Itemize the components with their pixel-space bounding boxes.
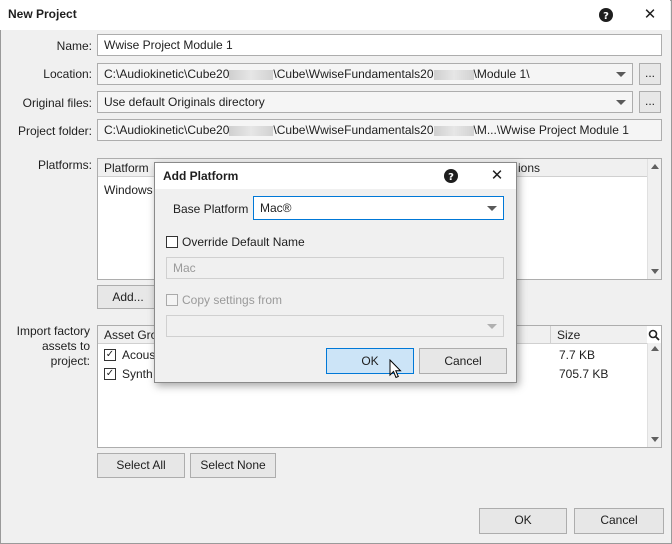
help-icon[interactable]: ? [444,168,460,184]
factory-label-line: project: [50,354,90,368]
chevron-down-icon [616,100,626,105]
redacted-blur [229,125,274,136]
search-icon[interactable] [648,327,661,343]
override-name-checkbox[interactable] [166,236,178,248]
name-label: Name: [56,39,92,53]
col-platform[interactable]: Platform [104,161,149,175]
add-platform-dialog: Add Platform ? ✕ Base Platform Mac® Over… [154,162,517,383]
dialog-title: Add Platform [163,169,239,183]
location-label: Location: [43,67,92,81]
scroll-up-icon[interactable] [651,164,659,169]
location-mid: \Cube\WwiseFundamentals20 [273,67,434,81]
project-folder-mid: \Cube\WwiseFundamentals20 [273,123,434,137]
dialog-title-bar: Add Platform ? ✕ [155,163,516,189]
browse-originals-button[interactable]: ... [639,91,661,113]
chevron-down-icon [487,206,497,211]
select-all-button[interactable]: Select All [97,453,185,478]
platform-name-input[interactable]: Mac [166,257,504,279]
redacted-blur [229,69,274,80]
asset-name: Acous [122,348,156,362]
close-icon[interactable]: ✕ [638,3,662,27]
asset-size: 705.7 KB [559,367,609,381]
scroll-down-icon[interactable] [651,269,659,274]
col-size[interactable]: Size [550,326,580,344]
redacted-blur [433,125,474,136]
add-platform-button[interactable]: Add... [97,285,159,309]
cancel-button[interactable]: Cancel [574,508,664,534]
select-none-button[interactable]: Select None [190,453,276,478]
factory-label-line: Import factory [16,324,90,338]
platform-name-placeholder: Mac [173,261,196,275]
project-folder-label: Project folder: [17,124,92,138]
factory-label-line: assets to [41,339,90,353]
help-icon[interactable]: ? [594,3,618,27]
scroll-up-icon[interactable] [651,346,659,351]
mouse-cursor-icon [389,358,403,379]
svg-text:?: ? [603,11,609,22]
original-files-combo[interactable]: Use default Originals directory [97,91,633,113]
name-input[interactable]: Wwise Project Module 1 [97,34,662,56]
scroll-down-icon[interactable] [651,437,659,442]
name-value: Wwise Project Module 1 [104,38,233,52]
list-item[interactable]: Windows [104,183,153,197]
platform-name: Windows [104,183,153,197]
factory-assets-label: Import factory assets to project: [4,324,90,369]
factory-scrollbar[interactable] [647,343,661,447]
close-icon[interactable]: ✕ [488,167,506,185]
copy-settings-label: Copy settings from [182,293,283,307]
project-folder-suffix: \M...\Wwise Project Module 1 [473,123,629,137]
base-platform-combo[interactable]: Mac® [253,196,504,220]
title-bar: New Project ? ✕ [0,0,670,30]
redacted-blur [433,69,474,80]
location-prefix: C:\Audiokinetic\Cube20 [104,67,230,81]
location-suffix: \Module 1\ [473,67,530,81]
base-platform-value: Mac® [260,201,292,215]
platforms-label: Platforms: [37,158,92,172]
copy-settings-combo[interactable] [166,315,504,337]
asset-checkbox[interactable]: ✓ [104,349,116,361]
override-name-label: Override Default Name [182,235,305,249]
project-folder-prefix: C:\Audiokinetic\Cube20 [104,123,230,137]
col-options[interactable]: ions [518,159,540,177]
ok-button[interactable]: OK [479,508,567,534]
asset-checkbox[interactable]: ✓ [104,368,116,380]
base-platform-label: Base Platform [173,202,249,216]
original-files-value: Use default Originals directory [104,95,265,109]
location-combo[interactable]: C:\Audiokinetic\Cube20 \Cube\WwiseFundame… [97,63,633,85]
svg-text:?: ? [448,172,454,183]
platforms-scrollbar[interactable] [647,159,661,279]
dialog-cancel-button[interactable]: Cancel [419,348,507,374]
asset-name: Synth [122,367,153,381]
copy-settings-checkbox[interactable] [166,294,178,306]
browse-location-button[interactable]: ... [639,63,661,85]
chevron-down-icon [487,324,497,329]
chevron-down-icon [616,72,626,77]
original-files-label: Original files: [22,96,92,110]
project-folder-field[interactable]: C:\Audiokinetic\Cube20 \Cube\WwiseFundame… [97,119,662,141]
asset-size: 7.7 KB [559,348,596,362]
col-asset-group[interactable]: Asset Gro [104,328,157,342]
window-title: New Project [8,7,77,21]
